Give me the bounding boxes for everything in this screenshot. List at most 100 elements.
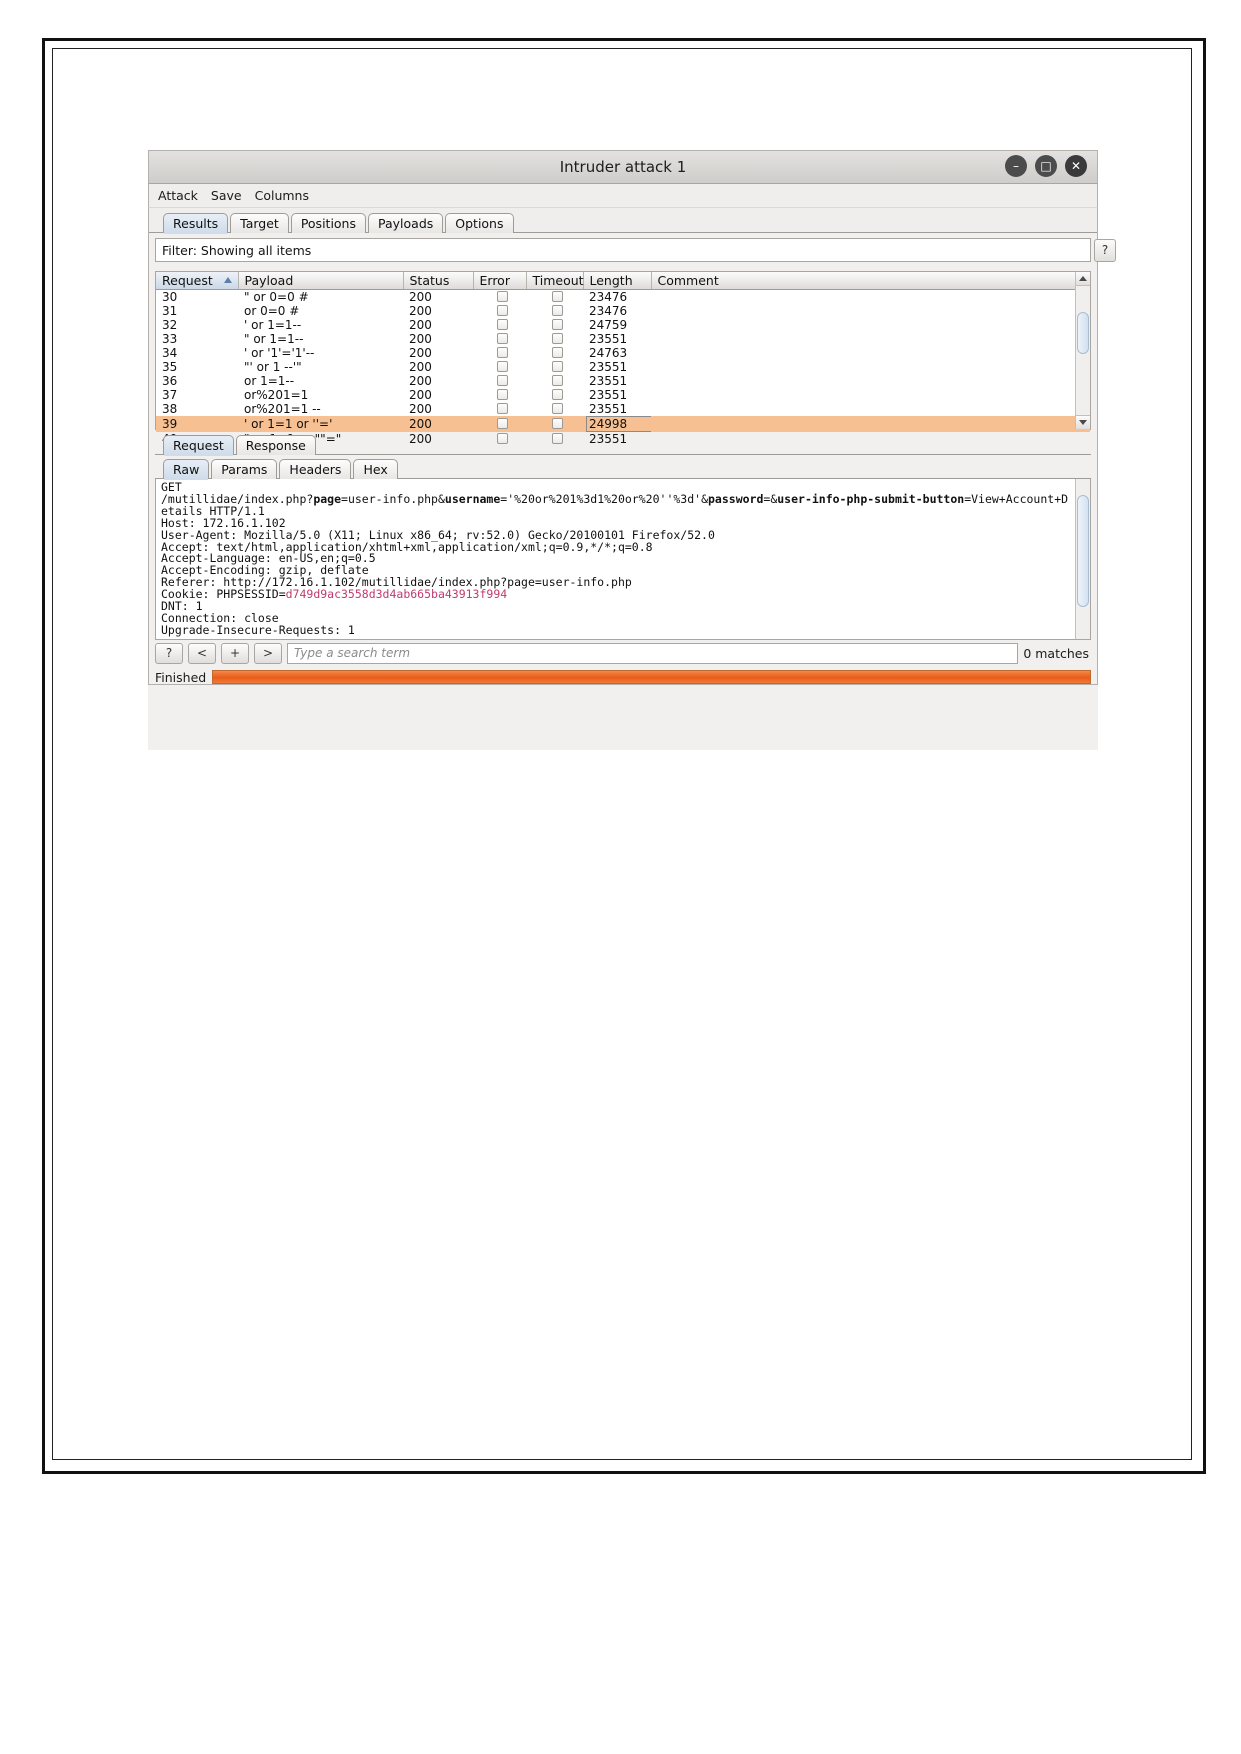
- cell-timeout: [526, 388, 583, 402]
- status-bar: Finished: [155, 669, 1091, 685]
- minimize-icon[interactable]: –: [1005, 155, 1027, 177]
- cell-comment: [651, 318, 1090, 332]
- timeout-checkbox[interactable]: [552, 319, 563, 330]
- message-tabstrip: Request Response: [149, 430, 1097, 456]
- table-row[interactable]: 33 " or 1=1-- 200 23551: [156, 332, 1090, 346]
- table-row[interactable]: 30 " or 0=0 # 200 23476: [156, 290, 1090, 304]
- tab-results[interactable]: Results: [163, 213, 229, 234]
- window-title: Intruder attack 1: [559, 158, 687, 176]
- filter-bar[interactable]: Filter: Showing all items ?: [155, 238, 1116, 262]
- menu-item-columns[interactable]: Columns: [255, 188, 309, 203]
- close-icon[interactable]: ✕: [1065, 155, 1087, 177]
- table-row[interactable]: 38 or%201=1 -- 200 23551: [156, 402, 1090, 416]
- cell-payload: or 1=1--: [244, 374, 295, 388]
- search-input[interactable]: Type a search term: [287, 642, 1019, 664]
- view-tabstrip: Raw Params Headers Hex: [149, 455, 1097, 480]
- tab-raw[interactable]: Raw: [163, 459, 210, 480]
- error-checkbox[interactable]: [497, 389, 508, 400]
- attack-progress-bar: [212, 670, 1091, 684]
- tab-headers[interactable]: Headers: [279, 459, 352, 479]
- table-row[interactable]: 37 or%201=1 200 23551: [156, 388, 1090, 402]
- column-header-payload[interactable]: Payload: [238, 272, 404, 290]
- cell-error: [473, 388, 526, 402]
- table-row[interactable]: 35 "' or 1 --'" 200 23551: [156, 360, 1090, 374]
- tab-payloads[interactable]: Payloads: [368, 213, 444, 233]
- results-table: Request Payload Status Error Timeout Len…: [156, 272, 1090, 446]
- menu-item-attack[interactable]: Attack: [158, 188, 198, 203]
- filter-label: Filter: Showing all items: [162, 242, 312, 258]
- tab-positions[interactable]: Positions: [290, 213, 366, 233]
- attack-status-label: Finished: [155, 669, 207, 685]
- column-header-status[interactable]: Status: [403, 272, 474, 290]
- error-checkbox[interactable]: [497, 403, 508, 414]
- column-header-comment[interactable]: Comment: [651, 272, 1090, 290]
- tab-options[interactable]: Options: [445, 213, 514, 233]
- scroll-down-arrow-icon[interactable]: [1076, 415, 1090, 429]
- cell-timeout: [526, 402, 583, 416]
- raw-request-editor[interactable]: GET /mutillidae/index.php?page=user-info…: [155, 479, 1091, 640]
- search-next-button[interactable]: >: [254, 642, 282, 664]
- error-checkbox[interactable]: [497, 361, 508, 372]
- table-row[interactable]: 32 ' or 1=1-- 200 24759: [156, 318, 1090, 332]
- error-checkbox[interactable]: [497, 291, 508, 302]
- error-checkbox[interactable]: [497, 418, 508, 429]
- error-checkbox[interactable]: [497, 319, 508, 330]
- table-row[interactable]: 36 or 1=1-- 200 23551: [156, 374, 1090, 388]
- results-vertical-scrollbar[interactable]: [1075, 272, 1090, 429]
- filter-help-button[interactable]: ?: [1094, 239, 1116, 262]
- timeout-checkbox[interactable]: [552, 389, 563, 400]
- raw-scrollbar-thumb[interactable]: [1077, 495, 1089, 607]
- timeout-checkbox[interactable]: [552, 291, 563, 302]
- sort-ascending-icon: [223, 277, 232, 283]
- cell-error: [473, 304, 526, 318]
- tab-params[interactable]: Params: [211, 459, 278, 479]
- error-checkbox[interactable]: [497, 333, 508, 344]
- cell-status: 200: [409, 402, 432, 416]
- timeout-checkbox[interactable]: [552, 305, 563, 316]
- cell-request: 32: [162, 318, 178, 332]
- search-toolbar: ? < + > Type a search term 0 matches: [155, 642, 1091, 664]
- tab-target[interactable]: Target: [230, 213, 289, 233]
- tab-response[interactable]: Response: [235, 435, 316, 455]
- column-header-request[interactable]: Request: [156, 272, 239, 290]
- error-checkbox[interactable]: [497, 347, 508, 358]
- cell-payload: ' or '1'='1'--: [244, 346, 315, 360]
- column-header-timeout[interactable]: Timeout: [526, 272, 584, 290]
- search-add-button[interactable]: +: [221, 642, 249, 664]
- cell-request: 37: [162, 388, 178, 402]
- table-row[interactable]: 31 or 0=0 # 200 23476: [156, 304, 1090, 318]
- cell-status: 200: [409, 388, 432, 402]
- timeout-checkbox[interactable]: [552, 418, 563, 429]
- cell-status: 200: [409, 318, 432, 332]
- timeout-checkbox[interactable]: [552, 403, 563, 414]
- timeout-checkbox[interactable]: [552, 361, 563, 372]
- scroll-up-arrow-icon[interactable]: [1076, 272, 1090, 286]
- error-checkbox[interactable]: [497, 375, 508, 386]
- cell-timeout: [526, 346, 583, 360]
- menu-item-save[interactable]: Save: [211, 188, 242, 203]
- tab-request[interactable]: Request: [163, 435, 234, 456]
- cell-length: 24763: [589, 346, 628, 360]
- cell-error: [473, 374, 526, 388]
- column-header-length[interactable]: Length: [583, 272, 652, 290]
- search-help-button[interactable]: ?: [155, 642, 183, 664]
- cell-request: 34: [162, 346, 178, 360]
- cell-payload: ' or 1=1--: [244, 318, 302, 332]
- raw-vertical-scrollbar[interactable]: [1075, 479, 1090, 639]
- timeout-checkbox[interactable]: [552, 333, 563, 344]
- timeout-checkbox[interactable]: [552, 347, 563, 358]
- column-header-error[interactable]: Error: [473, 272, 527, 290]
- cell-error: [473, 360, 526, 374]
- maximize-icon[interactable]: □: [1035, 155, 1057, 177]
- cell-status: 200: [409, 360, 432, 374]
- table-row[interactable]: 34 ' or '1'='1'-- 200 24763: [156, 346, 1090, 360]
- cell-request: 35: [162, 360, 178, 374]
- cell-comment: [651, 304, 1090, 318]
- timeout-checkbox[interactable]: [552, 375, 563, 386]
- scrollbar-thumb[interactable]: [1077, 312, 1089, 354]
- search-previous-button[interactable]: <: [188, 642, 216, 664]
- cell-request: 31: [162, 304, 178, 318]
- cell-status: 200: [409, 290, 432, 304]
- error-checkbox[interactable]: [497, 305, 508, 316]
- tab-hex[interactable]: Hex: [353, 459, 398, 479]
